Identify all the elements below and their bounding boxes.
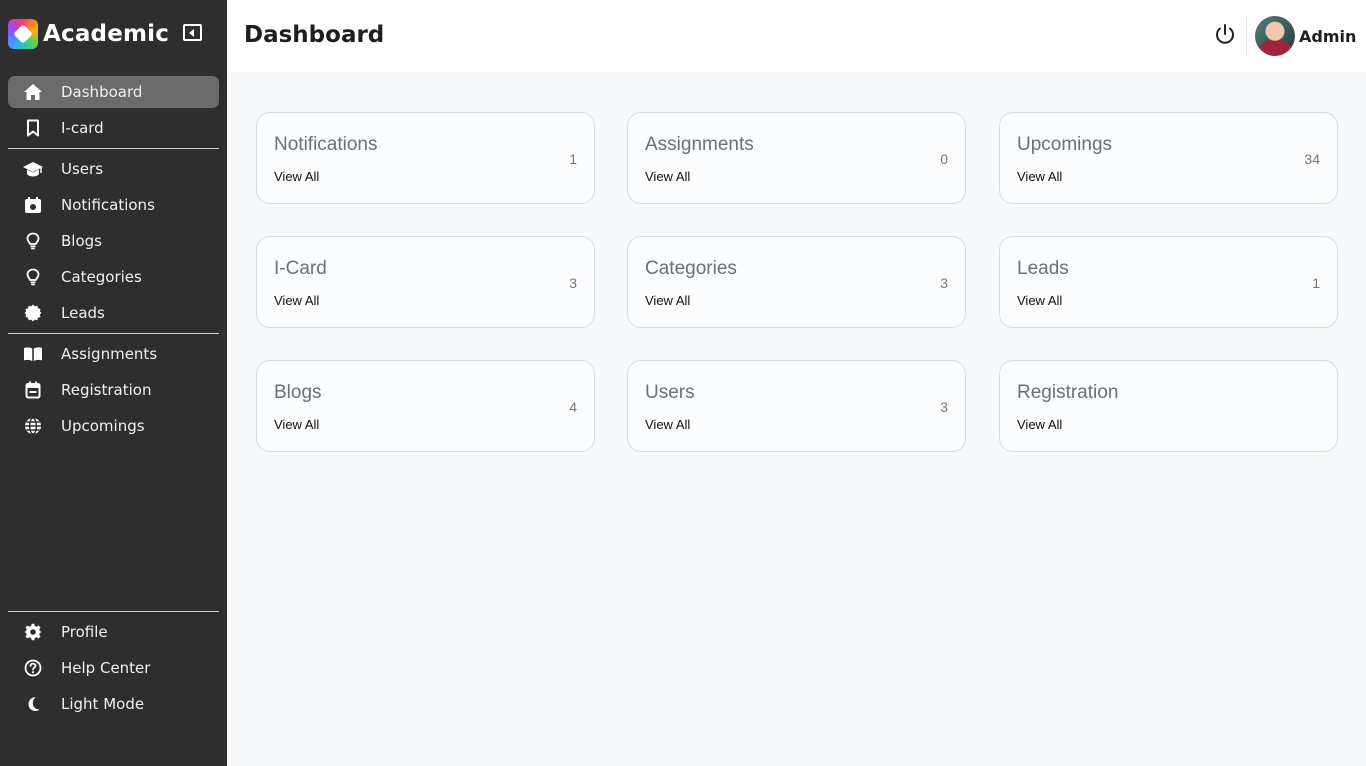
brand-name: Academic — [43, 21, 170, 47]
sidebar-item-light-mode[interactable]: Light Mode — [8, 688, 219, 720]
calendar-icon — [18, 380, 48, 400]
home-icon — [18, 82, 48, 102]
card-assignments[interactable]: Assignments View All 0 — [627, 112, 966, 204]
view-all-link[interactable]: View All — [1017, 169, 1062, 184]
card-leads[interactable]: Leads View All 1 — [999, 236, 1338, 328]
card-title: Users — [645, 382, 695, 403]
graduation-cap-icon — [18, 159, 48, 179]
sidebar-divider — [8, 333, 219, 334]
sidebar-item-upcomings[interactable]: Upcomings — [8, 410, 219, 442]
sidebar-item-label: Registration — [61, 381, 152, 399]
card-count: 1 — [569, 151, 577, 167]
sidebar-item-label: Dashboard — [61, 83, 143, 101]
view-all-link[interactable]: View All — [274, 293, 319, 308]
logout-button[interactable] — [1212, 22, 1238, 48]
card-count: 3 — [940, 275, 948, 291]
sidebar-item-label: Help Center — [61, 659, 151, 677]
brand[interactable]: Academic — [8, 18, 169, 50]
card-title: Registration — [1017, 382, 1119, 403]
avatar[interactable] — [1255, 16, 1295, 56]
sidebar-item-label: Notifications — [61, 196, 155, 214]
sidebar-item-users[interactable]: Users — [8, 153, 219, 185]
sidebar-divider — [8, 611, 219, 612]
calendar-notification-icon — [18, 195, 48, 215]
sidebar-divider — [8, 148, 219, 149]
sidebar-item-profile[interactable]: Profile — [8, 616, 219, 648]
view-all-link[interactable]: View All — [645, 293, 690, 308]
user-name[interactable]: Admin — [1299, 27, 1356, 46]
sidebar-item-label: Upcomings — [61, 417, 145, 435]
card-title: Notifications — [274, 134, 378, 155]
sidebar-item-dashboard[interactable]: Dashboard — [8, 76, 219, 108]
view-all-link[interactable]: View All — [1017, 417, 1062, 432]
sidebar-item-leads[interactable]: Leads — [8, 297, 219, 329]
sidebar-item-label: Users — [61, 160, 104, 178]
view-all-link[interactable]: View All — [1017, 293, 1062, 308]
sidebar-item-notifications[interactable]: Notifications — [8, 189, 219, 221]
sidebar-item-label: Assignments — [61, 345, 158, 363]
card-notifications[interactable]: Notifications View All 1 — [256, 112, 595, 204]
view-all-link[interactable]: View All — [645, 169, 690, 184]
page-title: Dashboard — [244, 22, 385, 48]
moon-icon — [18, 694, 48, 714]
gear-icon — [18, 622, 48, 642]
bookmark-icon — [18, 118, 48, 138]
card-count: 1 — [1312, 275, 1320, 291]
card-users[interactable]: Users View All 3 — [627, 360, 966, 452]
card-title: Categories — [645, 258, 737, 279]
sidebar-item-label: Light Mode — [61, 695, 145, 713]
view-all-link[interactable]: View All — [645, 417, 690, 432]
certificate-badge-icon — [18, 303, 48, 323]
card-count: 3 — [940, 399, 948, 415]
sidebar-item-categories[interactable]: Categories — [8, 261, 219, 293]
collapse-sidebar-button[interactable] — [183, 24, 202, 41]
power-icon — [1216, 24, 1234, 44]
card-title: I-Card — [274, 258, 327, 279]
lightbulb-icon — [18, 267, 48, 287]
sidebar-item-label: Blogs — [61, 232, 102, 250]
card-title: Upcomings — [1017, 134, 1113, 155]
top-header: Dashboard Admin — [227, 0, 1366, 72]
globe-icon — [18, 416, 48, 436]
sidebar-item-label: Profile — [61, 623, 108, 641]
card-count: 4 — [569, 399, 577, 415]
open-book-icon — [18, 344, 48, 364]
help-circle-icon — [18, 658, 48, 678]
card-title: Blogs — [274, 382, 322, 403]
sidebar-item-label: I-card — [61, 119, 104, 137]
sidebar-item-blogs[interactable]: Blogs — [8, 225, 219, 257]
card-count: 0 — [940, 151, 948, 167]
view-all-link[interactable]: View All — [274, 417, 319, 432]
card-title: Leads — [1017, 258, 1069, 279]
sidebar: Academic Dashboard I-card Users Notifica… — [0, 0, 227, 766]
card-categories[interactable]: Categories View All 3 — [627, 236, 966, 328]
view-all-link[interactable]: View All — [274, 169, 319, 184]
card-count: 3 — [569, 275, 577, 291]
logo-icon — [8, 19, 38, 49]
card-title: Assignments — [645, 134, 754, 155]
sidebar-item-help-center[interactable]: Help Center — [8, 652, 219, 684]
card-count: 34 — [1304, 151, 1320, 167]
sidebar-item-assignments[interactable]: Assignments — [8, 338, 219, 370]
lightbulb-icon — [18, 231, 48, 251]
sidebar-item-label: Leads — [61, 304, 105, 322]
sidebar-item-icard[interactable]: I-card — [8, 112, 219, 144]
card-upcomings[interactable]: Upcomings View All 34 — [999, 112, 1338, 204]
header-divider — [1246, 18, 1247, 54]
card-blogs[interactable]: Blogs View All 4 — [256, 360, 595, 452]
sidebar-item-label: Categories — [61, 268, 142, 286]
card-registration[interactable]: Registration View All — [999, 360, 1338, 452]
card-icard[interactable]: I-Card View All 3 — [256, 236, 595, 328]
sidebar-item-registration[interactable]: Registration — [8, 374, 219, 406]
